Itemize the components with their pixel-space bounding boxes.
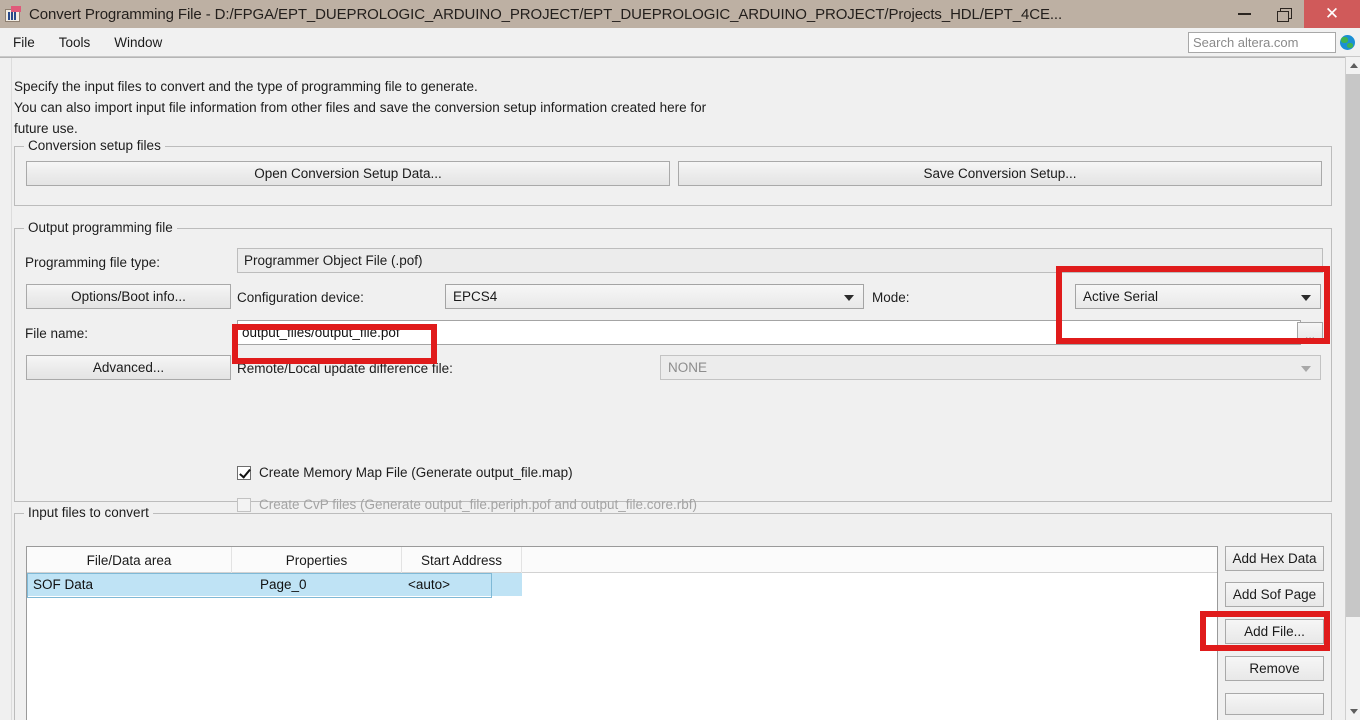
output-group-title: Output programming file bbox=[24, 220, 177, 235]
remote-local-combo[interactable]: NONE bbox=[660, 355, 1321, 380]
add-hex-data-button[interactable]: Add Hex Data bbox=[1225, 546, 1324, 571]
intro-line-1: Specify the input files to convert and t… bbox=[14, 79, 478, 94]
column-header-blank[interactable] bbox=[522, 547, 1217, 573]
app-icon bbox=[5, 5, 22, 23]
create-cvp-files-label: Create CvP files (Generate output_file.p… bbox=[259, 497, 698, 512]
chevron-down-icon bbox=[844, 294, 854, 301]
search-input[interactable] bbox=[1188, 31, 1336, 53]
chevron-up-icon bbox=[1349, 63, 1358, 68]
file-name-label: File name: bbox=[25, 326, 89, 341]
cell-properties: Page_0 bbox=[232, 573, 402, 596]
scroll-down-button[interactable] bbox=[1346, 703, 1360, 720]
chevron-down-icon bbox=[1301, 294, 1311, 301]
remove-button[interactable]: Remove bbox=[1225, 656, 1324, 681]
input-files-group: Input files to convert File/Data area Pr… bbox=[14, 505, 1332, 720]
remote-local-value: NONE bbox=[668, 360, 708, 375]
output-programming-file-group: Output programming file Programming file… bbox=[14, 220, 1332, 544]
add-sof-page-button[interactable]: Add Sof Page bbox=[1225, 582, 1324, 607]
menu-item-file[interactable]: File bbox=[2, 32, 46, 53]
file-name-input[interactable]: output_files/output_file.pof bbox=[237, 320, 1301, 345]
restore-icon bbox=[1277, 7, 1292, 22]
column-header-start-address[interactable]: Start Address bbox=[402, 547, 522, 573]
file-name-browse-button[interactable]: ... bbox=[1297, 322, 1323, 344]
input-files-group-title: Input files to convert bbox=[24, 505, 153, 520]
search-area bbox=[1188, 31, 1355, 53]
scroll-up-button[interactable] bbox=[1346, 57, 1360, 74]
configuration-device-value: EPCS4 bbox=[453, 289, 498, 304]
intro-line-2: You can also import input file informati… bbox=[14, 100, 707, 115]
intro-text: Specify the input files to convert and t… bbox=[14, 76, 1114, 139]
advanced-button[interactable]: Advanced... bbox=[26, 355, 231, 380]
left-rail bbox=[0, 58, 12, 720]
configuration-device-combo[interactable]: EPCS4 bbox=[445, 284, 864, 309]
restore-button[interactable] bbox=[1264, 0, 1304, 28]
checkbox-icon bbox=[237, 497, 251, 512]
menu-bar: File Tools Window bbox=[0, 28, 1360, 57]
remote-local-label: Remote/Local update difference file: bbox=[237, 361, 453, 376]
cell-start-address: <auto> bbox=[402, 573, 522, 596]
add-file-button[interactable]: Add File... bbox=[1225, 619, 1324, 644]
main-content: Specify the input files to convert and t… bbox=[0, 57, 1345, 720]
menu-item-window[interactable]: Window bbox=[103, 32, 173, 53]
mode-combo[interactable]: Active Serial bbox=[1075, 284, 1321, 309]
column-header-properties[interactable]: Properties bbox=[232, 547, 402, 573]
minimize-button[interactable] bbox=[1224, 0, 1264, 28]
window-controls: ✕ bbox=[1224, 0, 1360, 28]
table-row[interactable]: SOF Data Page_0 <auto> bbox=[27, 573, 1217, 596]
intro-line-3: future use. bbox=[14, 121, 78, 136]
column-header-file-data-area[interactable]: File/Data area bbox=[27, 547, 232, 573]
open-conversion-setup-button[interactable]: Open Conversion Setup Data... bbox=[26, 161, 670, 186]
create-cvp-files-checkbox-row: Create CvP files (Generate output_file.p… bbox=[237, 497, 697, 512]
table-row-wrapper: SOF Data Page_0 <auto> bbox=[27, 573, 1217, 598]
vertical-scrollbar[interactable] bbox=[1345, 57, 1360, 720]
programming-file-type-label: Programming file type: bbox=[25, 255, 161, 270]
window-titlebar: Convert Programming File - D:/FPGA/EPT_D… bbox=[0, 0, 1360, 28]
conversion-setup-group-title: Conversion setup files bbox=[24, 138, 165, 153]
save-conversion-setup-button[interactable]: Save Conversion Setup... bbox=[678, 161, 1322, 186]
table-header-row: File/Data area Properties Start Address bbox=[27, 547, 1217, 573]
conversion-setup-group: Conversion setup files Open Conversion S… bbox=[14, 138, 1332, 206]
close-button[interactable]: ✕ bbox=[1304, 0, 1360, 28]
extra-button-partial[interactable] bbox=[1225, 693, 1324, 715]
minimize-icon bbox=[1237, 13, 1251, 15]
create-memory-map-checkbox-row[interactable]: Create Memory Map File (Generate output_… bbox=[237, 465, 573, 480]
cell-file-data-area: SOF Data bbox=[27, 573, 232, 596]
window-title: Convert Programming File - D:/FPGA/EPT_D… bbox=[29, 5, 1063, 23]
chevron-down-icon bbox=[1349, 709, 1358, 714]
chevron-down-icon bbox=[1301, 365, 1311, 372]
mode-value: Active Serial bbox=[1083, 289, 1159, 304]
checkbox-icon[interactable] bbox=[237, 465, 251, 480]
globe-icon[interactable] bbox=[1340, 34, 1355, 50]
menu-item-tools[interactable]: Tools bbox=[48, 32, 102, 53]
options-boot-info-button[interactable]: Options/Boot info... bbox=[26, 284, 231, 309]
programming-file-type-value[interactable]: Programmer Object File (.pof) bbox=[237, 248, 1323, 273]
scrollbar-thumb[interactable] bbox=[1346, 74, 1360, 617]
configuration-device-label: Configuration device: bbox=[237, 290, 364, 305]
create-memory-map-label: Create Memory Map File (Generate output_… bbox=[259, 465, 573, 480]
mode-label: Mode: bbox=[872, 290, 910, 305]
input-files-table[interactable]: File/Data area Properties Start Address … bbox=[26, 546, 1218, 720]
